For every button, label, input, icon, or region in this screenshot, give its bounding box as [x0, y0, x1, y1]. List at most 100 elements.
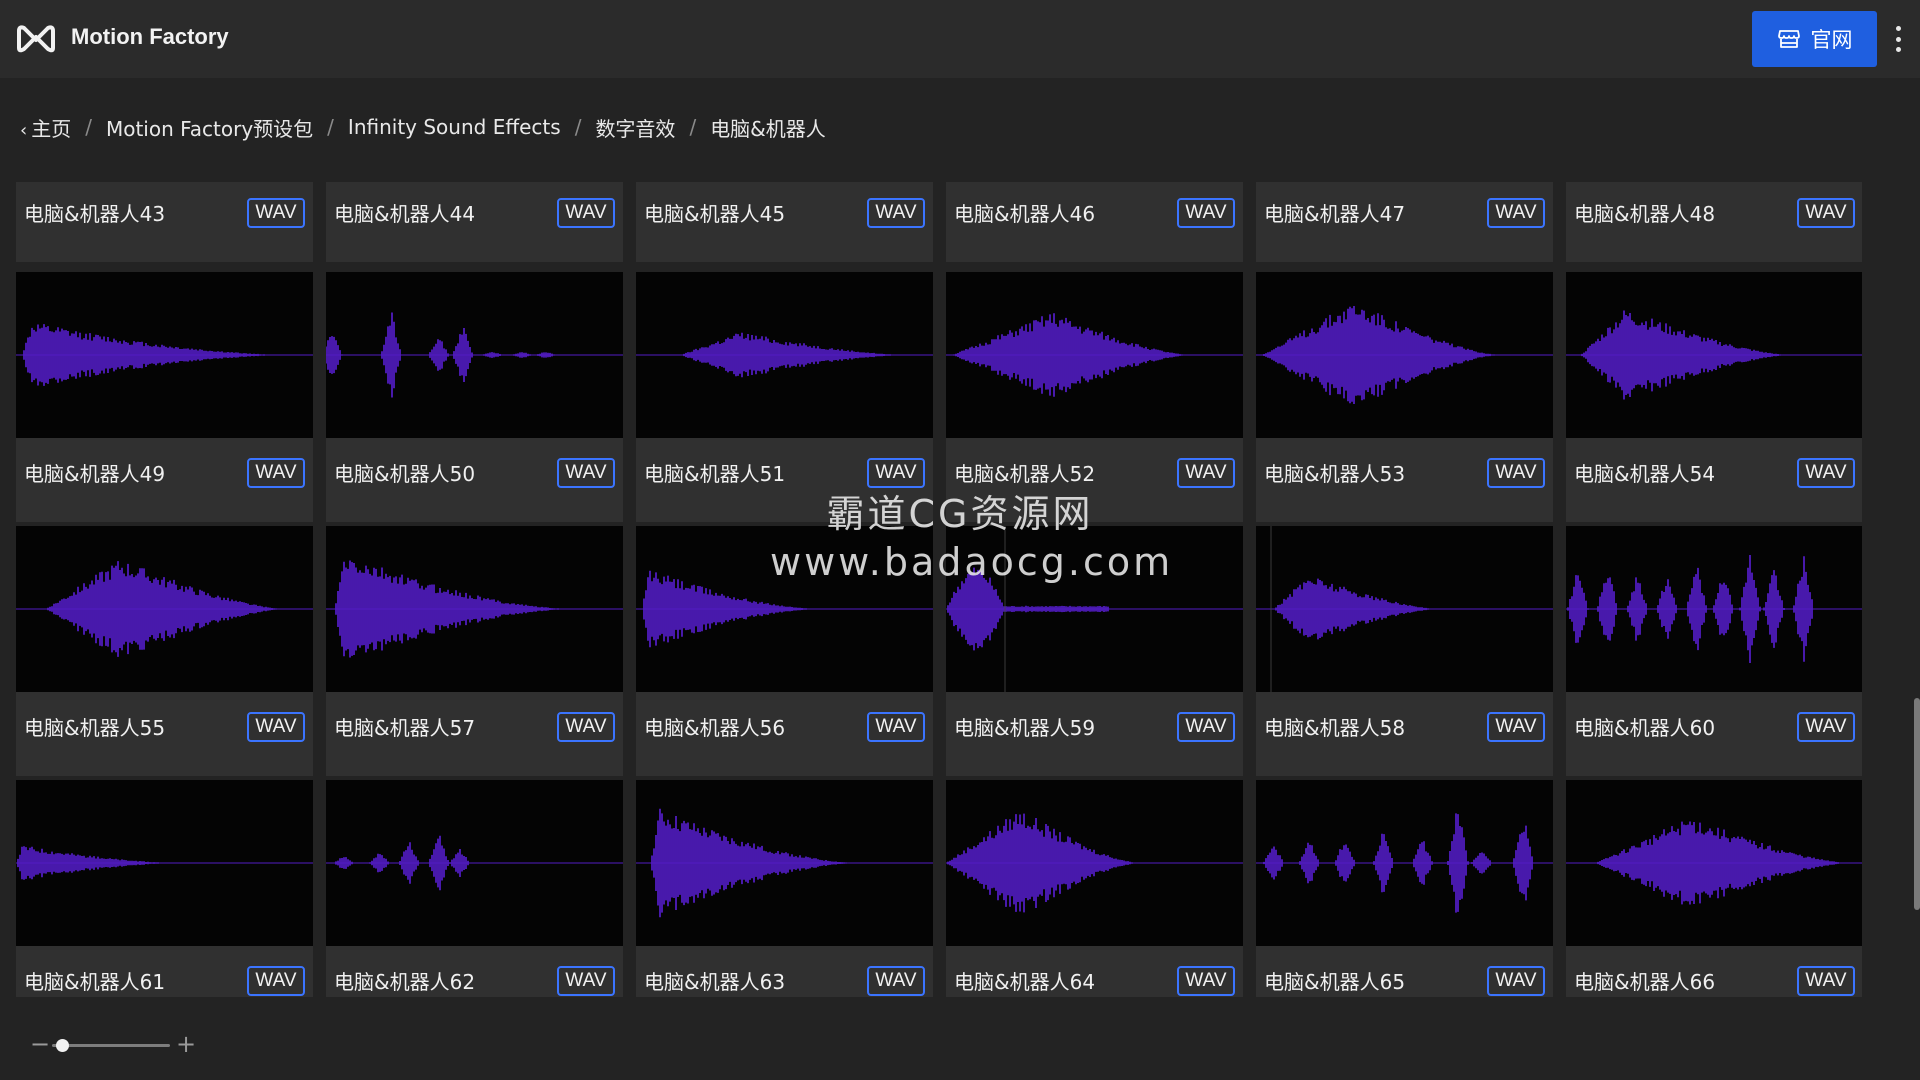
waveform-preview[interactable] [326, 272, 623, 438]
sound-card[interactable]: 电脑&机器人65 WAV [1256, 780, 1553, 997]
sound-name: 电脑&机器人44 [334, 202, 476, 226]
waveform-preview[interactable] [16, 780, 313, 946]
waveform-preview[interactable] [326, 526, 623, 692]
sound-name: 电脑&机器人47 [1264, 202, 1406, 226]
sound-card[interactable]: 电脑&机器人55 WAV [16, 526, 313, 776]
sound-card[interactable]: 电脑&机器人44 WAV [326, 182, 623, 262]
card-footer: 电脑&机器人46 WAV [946, 182, 1243, 262]
card-footer: 电脑&机器人52 WAV [946, 442, 1243, 522]
format-badge: WAV [1177, 458, 1235, 488]
sound-card[interactable]: 电脑&机器人49 WAV [16, 272, 313, 522]
card-footer: 电脑&机器人58 WAV [1256, 696, 1553, 776]
waveform-preview[interactable] [946, 526, 1243, 692]
waveform-preview[interactable] [1256, 780, 1553, 946]
format-badge: WAV [1797, 458, 1855, 488]
waveform-preview[interactable] [16, 526, 313, 692]
waveform-preview[interactable] [1256, 272, 1553, 438]
format-badge: WAV [557, 198, 615, 228]
format-badge: WAV [1487, 458, 1545, 488]
waveform-preview[interactable] [636, 780, 933, 946]
card-footer: 电脑&机器人53 WAV [1256, 442, 1553, 522]
motion-factory-logo-icon[interactable] [16, 22, 56, 54]
card-footer: 电脑&机器人57 WAV [326, 696, 623, 776]
format-badge: WAV [1797, 966, 1855, 996]
card-footer: 电脑&机器人62 WAV [326, 950, 623, 997]
sound-card[interactable]: 电脑&机器人60 WAV [1566, 526, 1862, 776]
sound-card[interactable]: 电脑&机器人64 WAV [946, 780, 1243, 997]
waveform-preview[interactable] [1566, 272, 1862, 438]
breadcrumb-home[interactable]: ‹ 主页 [20, 113, 71, 142]
sound-card[interactable]: 电脑&机器人50 WAV [326, 272, 623, 522]
format-badge: WAV [557, 966, 615, 996]
card-footer: 电脑&机器人43 WAV [16, 182, 313, 262]
sound-name: 电脑&机器人46 [954, 202, 1096, 226]
sound-card[interactable]: 电脑&机器人48 WAV [1566, 182, 1862, 262]
sound-name: 电脑&机器人55 [24, 716, 166, 740]
zoom-slider-track[interactable] [52, 1044, 170, 1047]
sound-card[interactable]: 电脑&机器人51 WAV [636, 272, 933, 522]
waveform-preview[interactable] [326, 780, 623, 946]
card-footer: 电脑&机器人55 WAV [16, 696, 313, 776]
sound-name: 电脑&机器人61 [24, 970, 166, 994]
card-footer: 电脑&机器人63 WAV [636, 950, 933, 997]
format-badge: WAV [1177, 966, 1235, 996]
waveform-preview[interactable] [1256, 526, 1553, 692]
sound-card[interactable]: 电脑&机器人46 WAV [946, 182, 1243, 262]
zoom-out-button[interactable]: − [30, 1032, 50, 1056]
sound-name: 电脑&机器人51 [644, 462, 786, 486]
format-badge: WAV [1177, 198, 1235, 228]
card-footer: 电脑&机器人60 WAV [1566, 696, 1862, 776]
sound-card[interactable]: 电脑&机器人43 WAV [16, 182, 313, 262]
waveform-preview[interactable] [946, 780, 1243, 946]
card-footer: 电脑&机器人48 WAV [1566, 182, 1862, 262]
card-footer: 电脑&机器人56 WAV [636, 696, 933, 776]
sound-name: 电脑&机器人53 [1264, 462, 1406, 486]
sound-card[interactable]: 电脑&机器人45 WAV [636, 182, 933, 262]
zoom-in-button[interactable]: + [176, 1032, 196, 1056]
sound-card[interactable]: 电脑&机器人57 WAV [326, 526, 623, 776]
breadcrumb: ‹ 主页 / Motion Factory预设包 / Infinity Sound… [20, 112, 826, 142]
card-footer: 电脑&机器人65 WAV [1256, 950, 1553, 997]
card-footer: 电脑&机器人61 WAV [16, 950, 313, 997]
format-badge: WAV [867, 198, 925, 228]
card-footer: 电脑&机器人54 WAV [1566, 442, 1862, 522]
sound-card[interactable]: 电脑&机器人62 WAV [326, 780, 623, 997]
sound-card[interactable]: 电脑&机器人53 WAV [1256, 272, 1553, 522]
sound-card[interactable]: 电脑&机器人59 WAV [946, 526, 1243, 776]
breadcrumb-separator: / [574, 115, 582, 139]
waveform-preview[interactable] [1566, 526, 1862, 692]
waveform-preview[interactable] [1566, 780, 1862, 946]
waveform-preview[interactable] [16, 272, 313, 438]
card-footer: 电脑&机器人47 WAV [1256, 182, 1553, 262]
sound-name: 电脑&机器人60 [1574, 716, 1716, 740]
sound-card[interactable]: 电脑&机器人52 WAV [946, 272, 1243, 522]
zoom-slider-handle[interactable] [55, 1039, 69, 1052]
sound-name: 电脑&机器人65 [1264, 970, 1406, 994]
sound-card[interactable]: 电脑&机器人47 WAV [1256, 182, 1553, 262]
sound-card[interactable]: 电脑&机器人58 WAV [1256, 526, 1553, 776]
bottom-bar [0, 998, 1920, 1080]
waveform-preview[interactable] [636, 526, 933, 692]
waveform-preview[interactable] [946, 272, 1243, 438]
sound-card[interactable]: 电脑&机器人56 WAV [636, 526, 933, 776]
sound-name: 电脑&机器人54 [1574, 462, 1716, 486]
format-badge: WAV [1487, 712, 1545, 742]
waveform-preview[interactable] [636, 272, 933, 438]
vertical-scrollbar[interactable] [1914, 698, 1920, 910]
breadcrumb-preset-pack[interactable]: Motion Factory预设包 [106, 113, 313, 142]
breadcrumb-digital-sfx[interactable]: 数字音效 [595, 113, 675, 142]
sound-card[interactable]: 电脑&机器人61 WAV [16, 780, 313, 997]
sound-card[interactable]: 电脑&机器人54 WAV [1566, 272, 1862, 522]
sound-name: 电脑&机器人56 [644, 716, 786, 740]
sound-name: 电脑&机器人57 [334, 716, 476, 740]
sound-card[interactable]: 电脑&机器人66 WAV [1566, 780, 1862, 997]
official-site-label: 官网 [1810, 28, 1853, 52]
sound-card[interactable]: 电脑&机器人63 WAV [636, 780, 933, 997]
card-footer: 电脑&机器人66 WAV [1566, 950, 1862, 997]
official-site-button[interactable]: 官网 [1752, 11, 1877, 67]
breadcrumb-infinity-sound-effects[interactable]: Infinity Sound Effects [348, 115, 561, 139]
kebab-menu-icon[interactable] [1892, 26, 1904, 52]
card-footer: 电脑&机器人51 WAV [636, 442, 933, 522]
format-badge: WAV [867, 966, 925, 996]
chevron-left-icon: ‹ [20, 119, 28, 141]
